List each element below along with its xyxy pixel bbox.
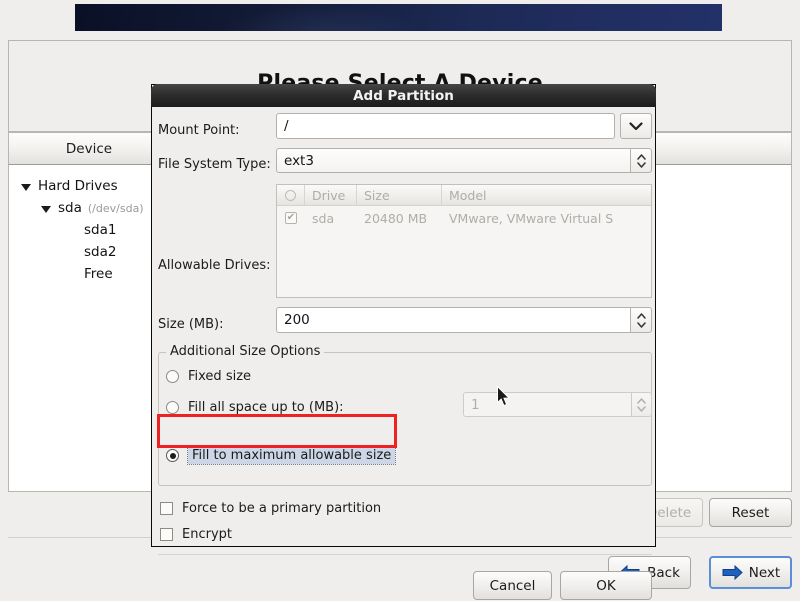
tree-node-sda1[interactable]: sda1 [67,220,116,240]
expander-placeholder-icon [67,228,77,235]
expander-triangle-icon[interactable] [21,183,31,191]
tree-node-label: sda1 [84,222,117,238]
drive-size-cell: 20480 MB [364,210,428,226]
checkbox-icon [160,502,173,515]
allowable-drives-label: Allowable Drives: [158,258,271,273]
spinner-arrows-icon [637,397,646,412]
spinner-arrows-icon [636,312,646,328]
ok-button[interactable]: OK [560,571,652,600]
checkbox-force-primary-partition[interactable]: Force to be a primary partition [160,501,381,516]
tree-node-sda[interactable]: sda (/dev/sda) [41,198,144,218]
mouse-cursor-icon [497,386,511,407]
checkbox-encrypt[interactable]: Encrypt [160,527,232,542]
next-button-label: Next [748,564,781,581]
circle-icon [285,189,296,201]
mount-point-label: Mount Point: [158,123,240,138]
fill-up-to-stepper[interactable] [632,392,652,417]
back-button-label: Back [647,564,680,581]
allowable-drives-header: Drive Size Model [277,185,651,206]
arrow-right-icon [722,565,743,580]
checkbox-label: Encrypt [182,527,232,542]
reset-button[interactable]: Reset [709,498,792,527]
spinner-arrows-icon [636,153,646,168]
chevron-down-icon [629,121,643,130]
file-system-type-label: File System Type: [158,157,271,172]
radio-fixed-size[interactable]: Fixed size [166,369,251,384]
drive-model-column-header: Model [449,187,487,203]
radio-label: Fixed size [188,369,252,384]
checkbox-icon [160,528,173,541]
drive-checkbox[interactable]: ✔ [277,212,305,224]
size-stepper[interactable] [631,307,652,333]
checkbox-label: Force to be a primary partition [182,501,382,516]
fill-up-to-input[interactable]: 1 [463,392,632,417]
expander-triangle-icon[interactable] [41,205,51,213]
add-partition-dialog: Add Partition Mount Point: / File System… [151,84,656,600]
tree-node-device-path: (/dev/sda) [87,201,144,215]
radio-fill-all-space-up-to[interactable]: Fill all space up to (MB): [166,400,344,415]
next-button[interactable]: Next [709,556,792,589]
drive-model-cell: VMware, VMware Virtual S [449,210,614,226]
tree-node-label: Hard Drives [38,178,118,194]
tree-node-label: sda2 [84,244,117,260]
radio-fill-to-maximum-allowable-size[interactable]: Fill to maximum allowable size [166,446,397,465]
additional-size-options-legend: Additional Size Options [166,344,325,359]
mount-point-input[interactable]: / [276,113,615,139]
mount-point-dropdown-button[interactable] [620,113,652,139]
radio-label: Fill all space up to (MB): [188,400,344,415]
dialog-title: Add Partition [151,84,656,107]
tree-node-label: Free [84,266,113,282]
screen-root: Please Select A Device Device Hard Drive… [0,0,800,601]
tree-node-label: sda [58,200,82,216]
installer-banner [75,4,722,31]
expander-placeholder-icon [67,250,77,257]
drive-name-cell: sda [312,210,335,226]
drive-select-column-header [277,185,305,205]
cancel-button[interactable]: Cancel [473,571,552,600]
size-input[interactable]: 200 [276,307,631,333]
file-system-type-stepper[interactable] [631,148,652,173]
radio-indicator-icon [166,370,179,383]
checkbox-checked-icon: ✔ [285,212,297,224]
drive-size-column-header: Size [357,185,442,205]
tree-node-hard-drives[interactable]: Hard Drives [21,176,118,196]
size-label: Size (MB): [158,317,224,332]
tree-node-free[interactable]: Free [67,264,113,284]
tree-node-sda2[interactable]: sda2 [67,242,116,262]
expander-placeholder-icon [67,272,77,279]
allowable-drives-list[interactable]: Drive Size Model ✔ sda 20480 MB VMware, … [276,184,652,298]
radio-indicator-icon [166,401,179,414]
drive-name-column-header: Drive [305,185,357,205]
file-system-type-select[interactable]: ext3 [276,148,631,173]
radio-indicator-icon [166,449,179,462]
radio-label: Fill to maximum allowable size [186,446,397,465]
table-row[interactable]: ✔ sda 20480 MB VMware, VMware Virtual S [277,206,651,230]
dialog-button-divider [158,554,652,555]
device-column-header: Device [9,133,170,164]
